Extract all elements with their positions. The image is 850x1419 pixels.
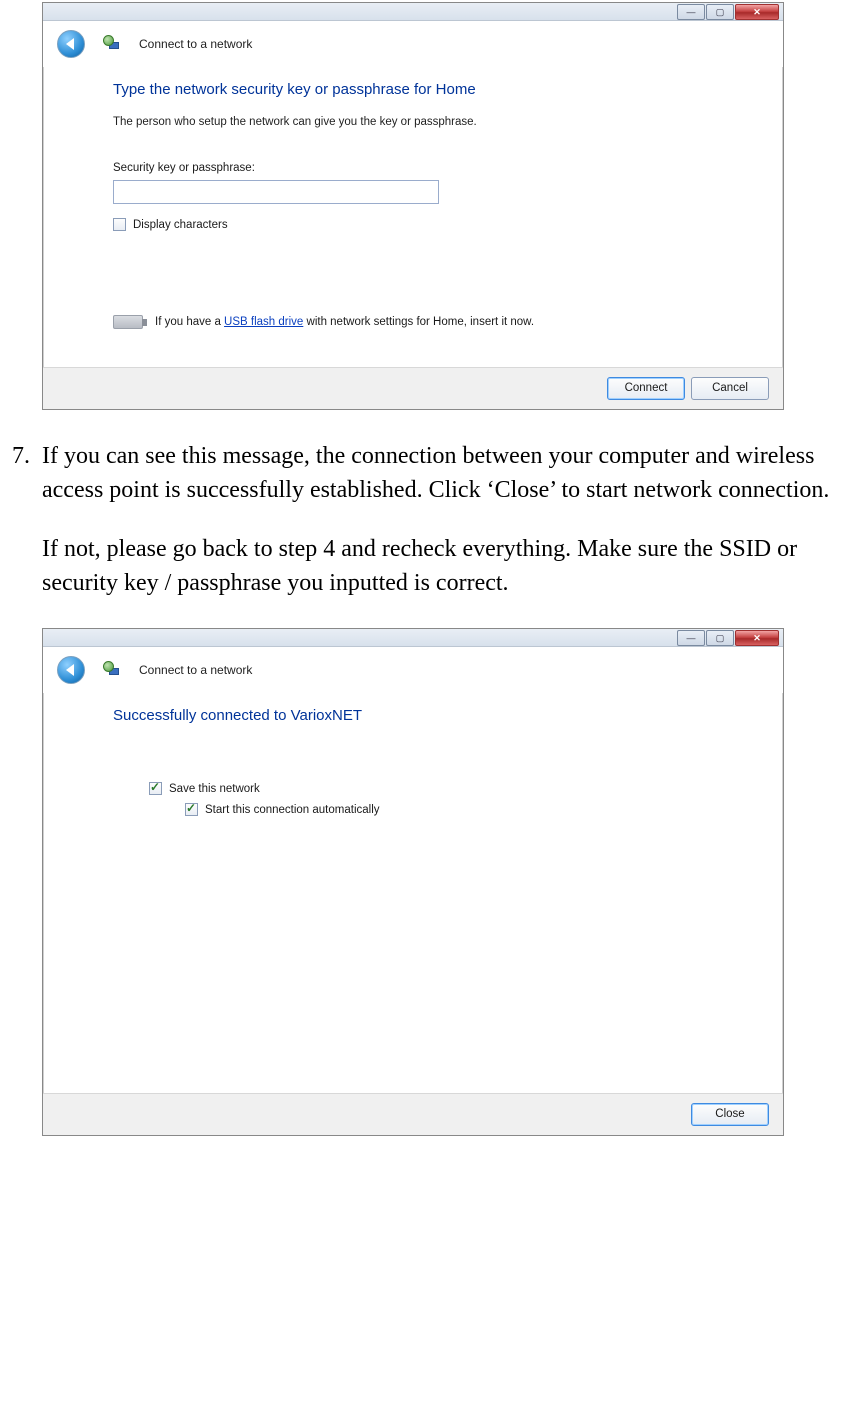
network-icon xyxy=(103,661,121,679)
step-para-1: If you can see this message, the connect… xyxy=(42,440,850,507)
close-button[interactable]: Close xyxy=(691,1103,769,1126)
subtext: The person who setup the network can giv… xyxy=(113,116,723,128)
headline: Type the network security key or passphr… xyxy=(113,81,723,98)
usb-hint-suffix: with network settings for Home, insert i… xyxy=(303,316,534,328)
save-network-row[interactable]: Save this network xyxy=(149,782,723,795)
step-para-2: If not, please go back to step 4 and rec… xyxy=(42,533,850,600)
dialog-footer: Close xyxy=(43,1093,783,1135)
passphrase-label: Security key or passphrase: xyxy=(113,162,723,174)
minimize-button[interactable]: — xyxy=(677,4,705,20)
dialog-title: Connect to a network xyxy=(139,663,252,677)
maximize-button[interactable]: ▢ xyxy=(706,630,734,646)
display-chars-label: Display characters xyxy=(133,219,228,231)
close-window-button[interactable]: ✕ xyxy=(735,630,779,646)
save-network-checkbox[interactable] xyxy=(149,782,162,795)
network-icon xyxy=(103,35,121,53)
usb-hint-row: If you have a USB flash drive with netwo… xyxy=(113,315,723,329)
auto-start-checkbox[interactable] xyxy=(185,803,198,816)
dialog-header: Connect to a network xyxy=(43,647,783,693)
headline: Successfully connected to VarioxNET xyxy=(113,707,723,724)
dialog-footer: Connect Cancel xyxy=(43,367,783,409)
passphrase-input[interactable] xyxy=(113,180,439,204)
display-chars-checkbox[interactable] xyxy=(113,218,126,231)
window-frame-top: — ▢ ✕ xyxy=(43,3,783,21)
maximize-button[interactable]: ▢ xyxy=(706,4,734,20)
window-frame-top: — ▢ ✕ xyxy=(43,629,783,647)
dialog-header: Connect to a network xyxy=(43,21,783,67)
save-network-label: Save this network xyxy=(169,783,260,795)
close-window-button[interactable]: ✕ xyxy=(735,4,779,20)
back-button[interactable] xyxy=(57,656,85,684)
auto-start-row[interactable]: Start this connection automatically xyxy=(185,803,723,816)
dialog-content: Type the network security key or passphr… xyxy=(43,67,783,367)
step-number: 7. xyxy=(0,440,42,626)
dialog-title: Connect to a network xyxy=(139,37,252,51)
auto-start-label: Start this connection automatically xyxy=(205,804,380,816)
usb-flash-drive-link[interactable]: USB flash drive xyxy=(224,316,303,328)
instruction-step-7: 7. If you can see this message, the conn… xyxy=(0,440,850,626)
dialog-content: Successfully connected to VarioxNET Save… xyxy=(43,693,783,1093)
connect-dialog-key: — ▢ ✕ Connect to a network Type the netw… xyxy=(42,2,784,410)
cancel-button[interactable]: Cancel xyxy=(691,377,769,400)
back-button[interactable] xyxy=(57,30,85,58)
connect-button[interactable]: Connect xyxy=(607,377,685,400)
usb-drive-icon xyxy=(113,315,143,329)
connect-dialog-success: — ▢ ✕ Connect to a network Successfully … xyxy=(42,628,784,1136)
usb-hint-prefix: If you have a xyxy=(155,316,224,328)
minimize-button[interactable]: — xyxy=(677,630,705,646)
display-chars-row[interactable]: Display characters xyxy=(113,218,723,231)
